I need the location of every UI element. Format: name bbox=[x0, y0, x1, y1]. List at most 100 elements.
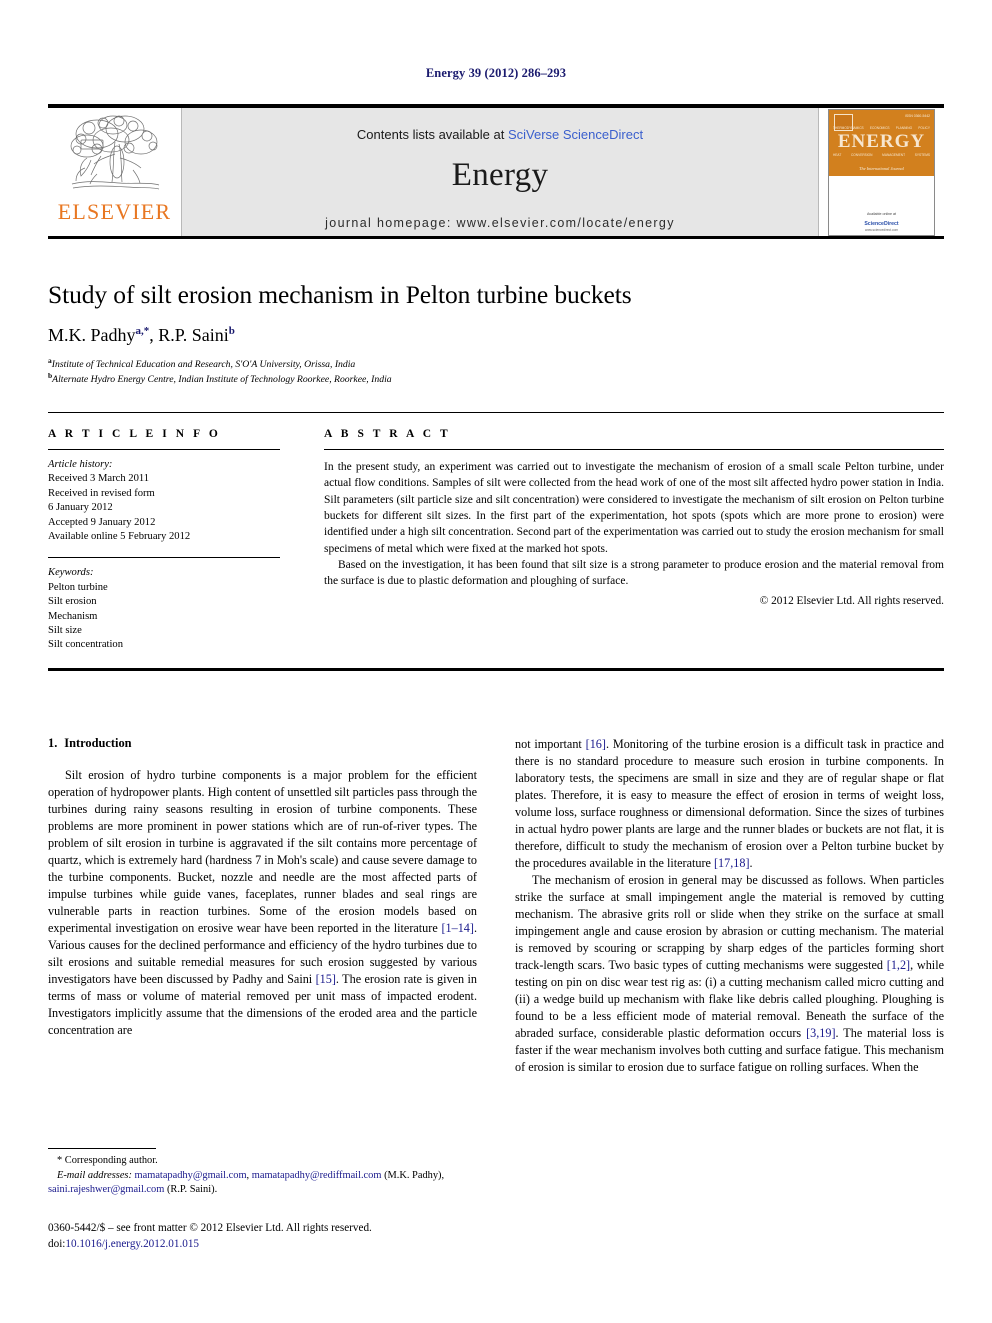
cover-subtitle: The International Journal bbox=[859, 165, 904, 171]
cover-top-band: ISSN 0360-5442 THERMODYNAMICS ECONOMICS … bbox=[829, 109, 934, 176]
email-label: E-mail addresses: bbox=[57, 1169, 132, 1181]
body-column-left: 1. Introduction Silt erosion of hydro tur… bbox=[48, 736, 477, 1076]
sciencedirect-link[interactable]: SciVerse ScienceDirect bbox=[508, 127, 643, 142]
abstract-top-rule bbox=[48, 412, 944, 413]
masthead-center: Contents lists available at SciVerse Sci… bbox=[181, 108, 819, 236]
article-info-column: A R T I C L E I N F O Article history: R… bbox=[48, 428, 280, 653]
cover-issn: ISSN 0360-5442 bbox=[904, 113, 930, 118]
body-column-right: not important [16]. Monitoring of the tu… bbox=[515, 736, 944, 1076]
journal-cover-cell: ISSN 0360-5442 THERMODYNAMICS ECONOMICS … bbox=[819, 108, 944, 236]
citation-reference[interactable]: [17,18] bbox=[714, 856, 750, 870]
cover-keyword: MANAGEMENT bbox=[882, 152, 906, 157]
info-abstract-region: A R T I C L E I N F O Article history: R… bbox=[48, 428, 944, 653]
citation-reference[interactable]: [1–14] bbox=[441, 921, 474, 935]
paragraph: Silt erosion of hydro turbine components… bbox=[48, 767, 477, 1039]
author-name: M.K. Padhy bbox=[48, 324, 136, 345]
email-author-2: (R.P. Saini). bbox=[166, 1184, 218, 1196]
keyword-item: Silt size bbox=[48, 625, 82, 637]
cover-sciencedirect-logo: ScienceDirect bbox=[864, 220, 899, 227]
cover-keywords-bottom: HEAT CONVERSION MANAGEMENT SYSTEMS bbox=[833, 153, 930, 157]
email-addresses-note: E-mail addresses: mamatapadhy@gmail.com,… bbox=[48, 1169, 445, 1196]
section-title: Introduction bbox=[64, 736, 132, 750]
corresponding-author-note: * Corresponding author. bbox=[57, 1155, 158, 1166]
running-head: Energy 39 (2012) 286–293 bbox=[425, 66, 567, 80]
section-number: 1. bbox=[48, 736, 58, 750]
keywords-group: Keywords: Pelton turbine Silt erosion Me… bbox=[48, 566, 280, 652]
abstract-paragraph: In the present study, an experiment was … bbox=[324, 461, 944, 555]
cover-available-online: Available online at bbox=[866, 212, 897, 217]
cover-sciencedirect-url: www.sciencedirect.com bbox=[864, 227, 899, 232]
journal-title: Energy bbox=[451, 157, 549, 193]
abstract-paragraph: Based on the investigation, it has been … bbox=[324, 558, 944, 588]
title-block: Study of silt erosion mechanism in Pelto… bbox=[48, 280, 944, 387]
doi-link[interactable]: 10.1016/j.energy.2012.01.015 bbox=[65, 1238, 199, 1250]
keyword-item: Pelton turbine bbox=[48, 581, 108, 593]
article-history-group: Article history: Received 3 March 2011 R… bbox=[48, 458, 280, 544]
article-info-rule bbox=[48, 449, 280, 450]
email-link[interactable]: saini.rajeshwer@gmail.com bbox=[48, 1184, 164, 1195]
elsevier-wordmark: ELSEVIER bbox=[57, 199, 172, 224]
paper-page: Energy 39 (2012) 286–293 ELSEVIER Conten… bbox=[0, 0, 992, 1323]
cover-keyword: POLICY bbox=[918, 125, 930, 130]
article-history-item: Available online 5 February 2012 bbox=[48, 531, 191, 543]
cover-keyword: THERMODYNAMICS bbox=[833, 125, 864, 130]
abstract-bottom-rule bbox=[48, 668, 944, 671]
cover-keywords-top: THERMODYNAMICS ECONOMICS PLANNING POLICY bbox=[833, 126, 930, 130]
abstract-copyright: © 2012 Elsevier Ltd. All rights reserved… bbox=[759, 594, 944, 607]
article-history-item: Received in revised form bbox=[48, 487, 155, 499]
cover-keyword: SYSTEMS bbox=[914, 152, 930, 157]
paragraph: not important [16]. Monitoring of the tu… bbox=[515, 736, 944, 872]
footnote-rule bbox=[48, 1148, 156, 1149]
email-author-1: (M.K. Padhy) bbox=[384, 1169, 442, 1181]
article-history-item: 6 January 2012 bbox=[48, 502, 113, 514]
keyword-item: Silt erosion bbox=[48, 596, 97, 608]
article-history-item: Received 3 March 2011 bbox=[48, 473, 150, 485]
citation-reference[interactable]: [15] bbox=[316, 972, 336, 986]
doi-label: doi: bbox=[48, 1238, 66, 1251]
keywords-title: Keywords: bbox=[48, 567, 94, 579]
imprint-line: 0360-5442/$ – see front matter © 2012 El… bbox=[48, 1222, 372, 1234]
body-columns: 1. Introduction Silt erosion of hydro tur… bbox=[48, 736, 944, 1076]
paragraph-text: not important [16]. Monitoring of the tu… bbox=[515, 737, 944, 871]
journal-homepage-link[interactable]: journal homepage: www.elsevier.com/locat… bbox=[182, 216, 818, 230]
elsevier-logo: ELSEVIER bbox=[48, 108, 181, 236]
affiliation-text: Institute of Technical Education and Res… bbox=[51, 358, 356, 370]
cover-keyword: PLANNING bbox=[895, 125, 913, 130]
paragraph-text: The mechanism of erosion in general may … bbox=[515, 873, 944, 1075]
affiliation-text: Alternate Hydro Energy Centre, Indian In… bbox=[52, 374, 392, 386]
citation-reference[interactable]: [1,2] bbox=[887, 958, 910, 972]
paragraph: The mechanism of erosion in general may … bbox=[515, 872, 944, 1076]
cover-keyword: CONVERSION bbox=[851, 152, 873, 157]
footnote-block: * Corresponding author. E-mail addresses… bbox=[48, 1148, 477, 1198]
imprint-block: 0360-5442/$ – see front matter © 2012 El… bbox=[48, 1220, 568, 1252]
doi-line: doi:10.1016/j.energy.2012.01.015 bbox=[48, 1236, 568, 1252]
abstract-rule bbox=[324, 449, 944, 450]
contents-prefix: Contents lists available at bbox=[356, 127, 508, 142]
masthead-bottom-rule bbox=[48, 236, 944, 239]
author-marks: a,* bbox=[135, 324, 150, 337]
keyword-item: Mechanism bbox=[48, 610, 98, 622]
cover-title: ENERGY bbox=[837, 130, 926, 152]
citation-reference[interactable]: [3,19] bbox=[806, 1026, 835, 1040]
author-marks: b bbox=[228, 324, 235, 337]
body-text-left: Silt erosion of hydro turbine components… bbox=[48, 767, 477, 1039]
abstract-column: A B S T R A C T In the present study, an… bbox=[310, 428, 944, 653]
article-history-item: Accepted 9 January 2012 bbox=[48, 516, 156, 528]
email-link[interactable]: mamatapadhy@rediffmail.com bbox=[252, 1170, 382, 1181]
cover-keyword: HEAT bbox=[833, 152, 842, 157]
abstract-heading: A B S T R A C T bbox=[324, 428, 451, 440]
elsevier-tree-icon bbox=[70, 115, 159, 190]
article-history-title: Article history: bbox=[48, 459, 113, 470]
body-text-right: not important [16]. Monitoring of the tu… bbox=[515, 736, 944, 1076]
journal-masthead: ELSEVIER Contents lists available at Sci… bbox=[48, 104, 944, 236]
keyword-item: Silt concentration bbox=[48, 639, 124, 651]
abstract-body: In the present study, an experiment was … bbox=[324, 459, 944, 590]
paragraph-text: Silt erosion of hydro turbine components… bbox=[48, 768, 477, 1038]
citation-reference[interactable]: [16] bbox=[586, 737, 606, 751]
section-heading-introduction: 1. Introduction bbox=[48, 736, 477, 751]
page-title: Study of silt erosion mechanism in Pelto… bbox=[48, 280, 632, 309]
article-info-separator bbox=[48, 557, 280, 559]
email-link[interactable]: mamatapadhy@gmail.com bbox=[135, 1170, 247, 1181]
affiliation: aInstitute of Technical Education and Re… bbox=[48, 356, 944, 372]
contents-available-line: Contents lists available at SciVerse Sci… bbox=[182, 108, 818, 142]
